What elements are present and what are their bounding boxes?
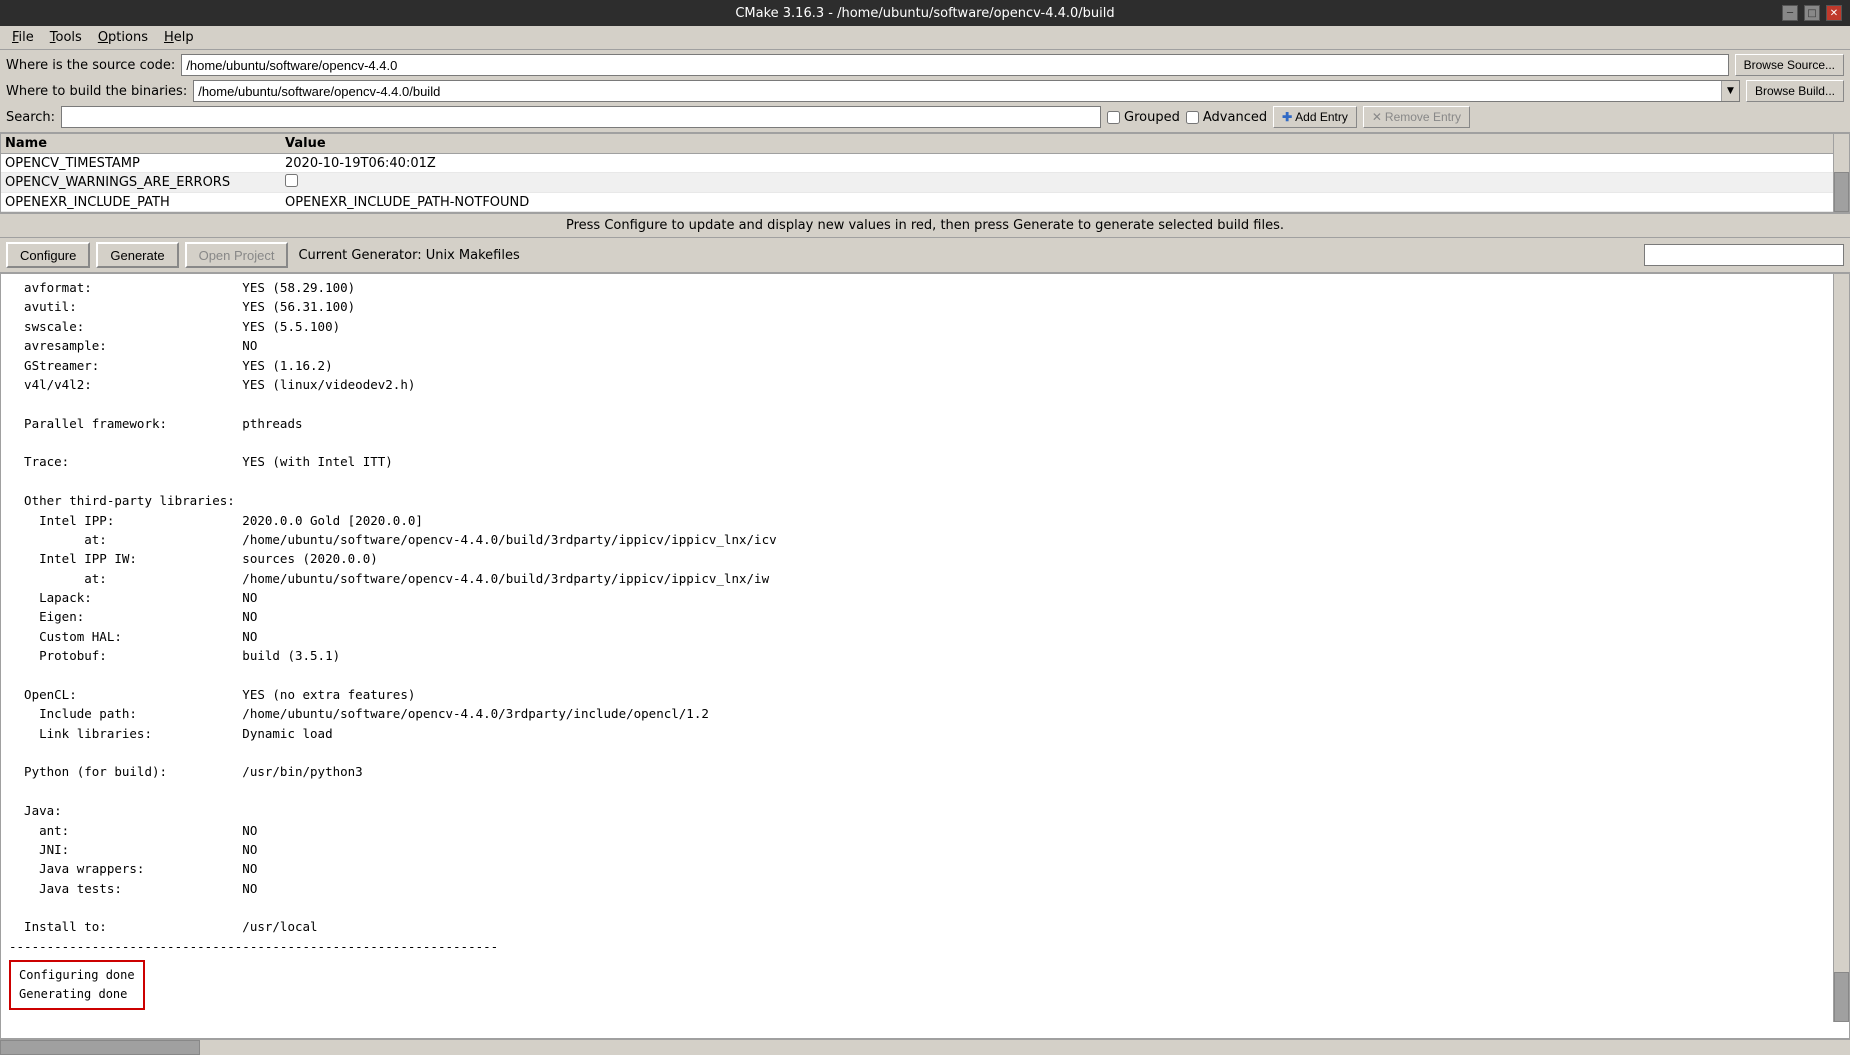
row-value: [285, 174, 1845, 191]
search-label: Search:: [6, 110, 55, 125]
menu-file[interactable]: File: [4, 28, 42, 47]
maximize-button[interactable]: □: [1804, 5, 1820, 21]
table-header: Name Value: [1, 134, 1849, 154]
search-input[interactable]: [61, 106, 1101, 128]
menu-bar: File Tools Options Help: [0, 26, 1850, 50]
configuring-done-text: Configuring done: [19, 966, 135, 985]
row-value: 2020-10-19T06:40:01Z: [285, 156, 1845, 171]
advanced-checkbox[interactable]: [1186, 111, 1199, 124]
table-row[interactable]: OPENCV_TIMESTAMP 2020-10-19T06:40:01Z: [1, 154, 1849, 173]
remove-entry-label: Remove Entry: [1385, 110, 1461, 124]
row-name: OPENCV_TIMESTAMP: [5, 156, 285, 171]
output-panel: avformat: YES (58.29.100) avutil: YES (5…: [0, 273, 1850, 1039]
bottom-scrollbar[interactable]: [0, 1039, 1850, 1055]
output-filter-input[interactable]: [1644, 244, 1844, 266]
source-input[interactable]: [181, 54, 1728, 76]
menu-help[interactable]: Help: [156, 28, 202, 47]
table-row[interactable]: OPENEXR_INCLUDE_PATH OPENEXR_INCLUDE_PAT…: [1, 193, 1849, 212]
warnings-checkbox[interactable]: [285, 174, 298, 187]
scroll-thumb[interactable]: [1834, 172, 1849, 212]
table-scrollbar[interactable]: [1833, 134, 1849, 212]
binaries-path-dropdown[interactable]: ▼: [193, 80, 1740, 102]
search-row: Search: Grouped Advanced ✚ Add Entry ✕ R…: [6, 106, 1844, 128]
status-message: Press Configure to update and display ne…: [566, 218, 1284, 233]
menu-tools[interactable]: Tools: [42, 28, 90, 47]
grouped-checkbox[interactable]: [1107, 111, 1120, 124]
cmake-table: Name Value OPENCV_TIMESTAMP 2020-10-19T0…: [0, 133, 1850, 213]
row-name: OPENEXR_INCLUDE_PATH: [5, 195, 285, 210]
row-name: OPENCV_WARNINGS_ARE_ERRORS: [5, 175, 285, 190]
grouped-checkbox-label[interactable]: Grouped: [1107, 110, 1180, 125]
advanced-label: Advanced: [1203, 110, 1267, 125]
h-scroll-thumb[interactable]: [0, 1040, 200, 1055]
col-header-name: Name: [5, 136, 285, 151]
output-vertical-scrollbar[interactable]: [1833, 274, 1849, 1022]
window-controls[interactable]: ─ □ ✕: [1782, 5, 1842, 21]
window-title: CMake 3.16.3 - /home/ubuntu/software/ope…: [735, 6, 1114, 21]
plus-icon: ✚: [1282, 110, 1292, 124]
title-bar: CMake 3.16.3 - /home/ubuntu/software/ope…: [0, 0, 1850, 26]
generating-done-text: Generating done: [19, 985, 135, 1004]
generator-label: Current Generator: Unix Makefiles: [298, 248, 519, 263]
table-row[interactable]: OPENCV_WARNINGS_ARE_ERRORS: [1, 173, 1849, 193]
generate-button[interactable]: Generate: [96, 242, 178, 268]
status-bar: Press Configure to update and display ne…: [0, 213, 1850, 238]
minimize-button[interactable]: ─: [1782, 5, 1798, 21]
browse-build-button[interactable]: Browse Build...: [1746, 80, 1844, 102]
browse-source-button[interactable]: Browse Source...: [1735, 54, 1844, 76]
binaries-label: Where to build the binaries:: [6, 84, 187, 99]
h-scroll-track[interactable]: [0, 1040, 1850, 1055]
advanced-checkbox-label[interactable]: Advanced: [1186, 110, 1267, 125]
add-entry-button[interactable]: ✚ Add Entry: [1273, 106, 1357, 128]
binaries-row: Where to build the binaries: ▼ Browse Bu…: [6, 80, 1844, 102]
toolbar: Where is the source code: Browse Source.…: [0, 50, 1850, 133]
output-content[interactable]: avformat: YES (58.29.100) avutil: YES (5…: [1, 274, 1849, 1038]
table-row[interactable]: Op..._DIR Op..._DIR-NOTFOUND: [1, 212, 1849, 213]
v-scroll-thumb[interactable]: [1834, 972, 1849, 1022]
config-done-box: Configuring done Generating done: [9, 960, 145, 1010]
close-button[interactable]: ✕: [1826, 5, 1842, 21]
grouped-label: Grouped: [1124, 110, 1180, 125]
bottom-toolbar: Configure Generate Open Project Current …: [0, 238, 1850, 273]
dropdown-arrow-icon[interactable]: ▼: [1721, 81, 1739, 101]
remove-entry-button[interactable]: ✕ Remove Entry: [1363, 106, 1470, 128]
binaries-input[interactable]: [194, 81, 1721, 101]
col-header-value: Value: [285, 136, 1845, 151]
add-entry-label: Add Entry: [1295, 110, 1348, 124]
source-label: Where is the source code:: [6, 58, 175, 73]
x-icon: ✕: [1372, 110, 1382, 124]
source-row: Where is the source code: Browse Source.…: [6, 54, 1844, 76]
row-value: OPENEXR_INCLUDE_PATH-NOTFOUND: [285, 195, 1845, 210]
menu-options[interactable]: Options: [90, 28, 156, 47]
configure-button[interactable]: Configure: [6, 242, 90, 268]
open-project-button[interactable]: Open Project: [185, 242, 289, 268]
